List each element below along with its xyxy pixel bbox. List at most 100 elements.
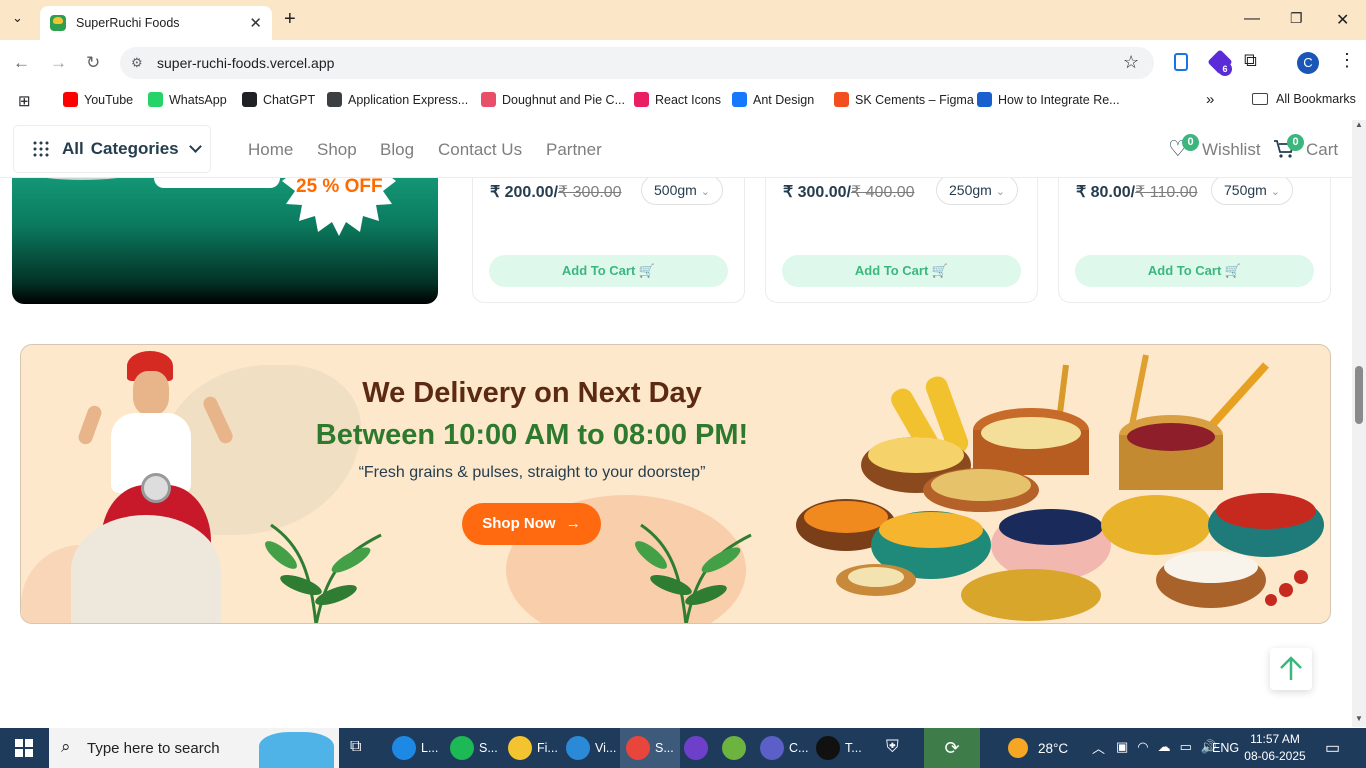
restore-icon[interactable]: ❐	[1290, 10, 1303, 27]
notifications-icon[interactable]: ▭	[1325, 738, 1340, 758]
sun-weather-icon	[1008, 738, 1028, 758]
taskbar-app[interactable]	[722, 728, 751, 768]
bookmark-label: ChatGPT	[263, 92, 316, 107]
promo-card[interactable]: ORDER NOW 25 % OFF	[12, 160, 438, 304]
bookmark-item[interactable]: Ant Design	[732, 92, 814, 107]
scrollbar-thumb[interactable]	[1355, 366, 1363, 424]
clock[interactable]: 11:57 AM 08-06-2025	[1244, 731, 1306, 765]
chevron-down-icon: ⌄	[995, 186, 1005, 198]
chrome-menu-icon[interactable]: ⋮	[1338, 50, 1356, 71]
taskbar-app-icon	[450, 736, 474, 760]
back-arrow-icon[interactable]: ←	[13, 53, 30, 73]
weight-select[interactable]: 500gm ⌄	[641, 175, 723, 205]
wishlist-link[interactable]: ♡ 0 Wishlist	[1168, 134, 1263, 164]
all-bookmarks-folder[interactable]: All Bookmarks	[1252, 92, 1356, 106]
taskbar-app-label: Fi...	[537, 741, 558, 755]
bookmark-item[interactable]: SK Cements – Figma	[834, 92, 974, 107]
taskbar-app-icon	[392, 736, 416, 760]
arrow-up-icon	[1280, 656, 1302, 680]
delivery-banner: We Delivery on Next Day Between 10:00 AM…	[20, 344, 1331, 624]
arrow-right-icon: →	[565, 515, 581, 532]
minimize-icon[interactable]: —	[1244, 10, 1260, 28]
site-header: All Categories Home Shop Blog Contact Us…	[0, 120, 1352, 178]
tab-close-icon[interactable]: ✕	[249, 14, 262, 32]
scroll-down-arrow-icon[interactable]: ▼	[1355, 714, 1363, 723]
product-old-price: ₹ 300.00	[558, 184, 622, 201]
nav-shop[interactable]: Shop	[317, 140, 357, 160]
bookmark-label: Application Express...	[348, 92, 469, 107]
forward-arrow-icon[interactable]: →	[50, 53, 67, 73]
bookmark-favicon-icon	[63, 92, 78, 107]
product-old-price: ₹ 110.00	[1135, 184, 1198, 201]
taskbar-app[interactable]: T...	[816, 728, 862, 768]
search-placeholder: Type here to search	[87, 739, 220, 757]
weight-select[interactable]: 250gm ⌄	[936, 175, 1018, 205]
nav-home[interactable]: Home	[248, 140, 293, 160]
bookmark-item[interactable]: WhatsApp	[148, 92, 227, 107]
extensions-puzzle-icon[interactable]: ⧉	[1244, 50, 1257, 71]
bookmark-star-icon[interactable]: ☆	[1123, 52, 1139, 73]
taskbar-app[interactable]: L...	[392, 728, 438, 768]
scroll-up-arrow-icon[interactable]: ▲	[1355, 120, 1363, 129]
taskbar-search-box[interactable]: ⌕ Type here to search	[49, 728, 339, 768]
bookmark-item[interactable]: Application Express...	[327, 92, 468, 107]
extension-blue-icon[interactable]	[1174, 53, 1188, 71]
tray-chevron-up-icon[interactable]: ︿	[1092, 738, 1105, 757]
add-to-cart-button[interactable]: Add To Cart 🛒	[1075, 255, 1314, 287]
add-to-cart-button[interactable]: Add To Cart 🛒	[489, 255, 728, 287]
bookmark-favicon-icon	[732, 92, 747, 107]
bookmark-item[interactable]: How to Integrate Re...	[977, 92, 1120, 107]
nav-partner[interactable]: Partner	[546, 140, 602, 160]
bookmark-label: Ant Design	[753, 92, 815, 107]
bookmark-favicon-icon	[634, 92, 649, 107]
task-view-icon[interactable]: ⧉	[350, 738, 361, 756]
tab-search-chevron-icon[interactable]: ⌄	[12, 10, 23, 26]
plant-decoration	[265, 523, 382, 623]
profile-avatar[interactable]: C	[1297, 52, 1319, 74]
bookmark-item[interactable]: ChatGPT	[242, 92, 315, 107]
nav-contact-us[interactable]: Contact Us	[438, 140, 522, 160]
clock-time: 11:57 AM	[1250, 732, 1300, 746]
shop-now-button[interactable]: Shop Now →	[462, 503, 601, 545]
taskbar-app[interactable]: S...	[450, 728, 498, 768]
extension-badge: 6	[1218, 62, 1232, 76]
bookmark-item[interactable]: YouTube	[63, 92, 133, 107]
sync-app-icon[interactable]: ⟳	[924, 728, 980, 768]
taskbar-app-label: L...	[421, 741, 439, 755]
apps-grid-icon[interactable]: ⊞	[18, 92, 31, 110]
cart-link[interactable]: 0 Cart	[1273, 134, 1343, 164]
browser-tab-strip: ⌄ SuperRuchi Foods ✕ + — ❐ ✕	[0, 0, 1366, 40]
taskbar-app[interactable]: S...	[620, 728, 680, 768]
address-bar[interactable]: ⚙ super-ruchi-foods.vercel.app ☆	[120, 47, 1154, 79]
bookmark-item[interactable]: Doughnut and Pie C...	[481, 92, 625, 107]
taskbar-app[interactable]: C...	[760, 728, 808, 768]
back-to-top-button[interactable]	[1270, 648, 1312, 690]
site-info-icon[interactable]: ⚙	[131, 55, 143, 71]
bookmark-label: React Icons	[655, 92, 722, 107]
taskbar-app[interactable]	[684, 728, 713, 768]
bookmark-label: SK Cements – Figma	[855, 92, 974, 107]
nav-blog[interactable]: Blog	[380, 140, 414, 160]
cart-icon: 🛒	[931, 263, 949, 278]
tray-icons[interactable]: ▣◠☁▭🔊	[1116, 739, 1226, 755]
all-categories-dropdown[interactable]: All Categories	[13, 125, 211, 173]
browser-toolbar: ← → ↻ ⚙ super-ruchi-foods.vercel.app ☆ 6…	[0, 40, 1366, 86]
browser-tab-active[interactable]: SuperRuchi Foods ✕	[40, 6, 272, 40]
bookmark-label: WhatsApp	[169, 92, 227, 107]
language-indicator[interactable]: ENG	[1212, 728, 1239, 768]
taskbar-app[interactable]: Fi...	[508, 728, 558, 768]
new-tab-button[interactable]: +	[284, 8, 296, 31]
weather-widget[interactable]: 28°C	[1008, 728, 1068, 768]
windows-start-icon[interactable]	[15, 739, 33, 757]
security-shield-icon[interactable]: ⛨	[886, 737, 899, 757]
close-window-icon[interactable]: ✕	[1336, 10, 1349, 30]
more-bookmarks-chevron-icon[interactable]: »	[1206, 91, 1214, 108]
add-to-cart-button[interactable]: Add To Cart 🛒	[782, 255, 1021, 287]
bookmark-item[interactable]: React Icons	[634, 92, 721, 107]
weight-select[interactable]: 750gm ⌄	[1211, 175, 1293, 205]
reload-icon[interactable]: ↻	[86, 53, 100, 73]
bookmark-favicon-icon	[242, 92, 257, 107]
windows-taskbar: ⌕ Type here to search ⧉ L... S... Fi... Vi.…	[0, 728, 1366, 768]
superruchi-favicon-icon	[50, 15, 66, 31]
taskbar-app[interactable]: Vi...	[566, 728, 616, 768]
